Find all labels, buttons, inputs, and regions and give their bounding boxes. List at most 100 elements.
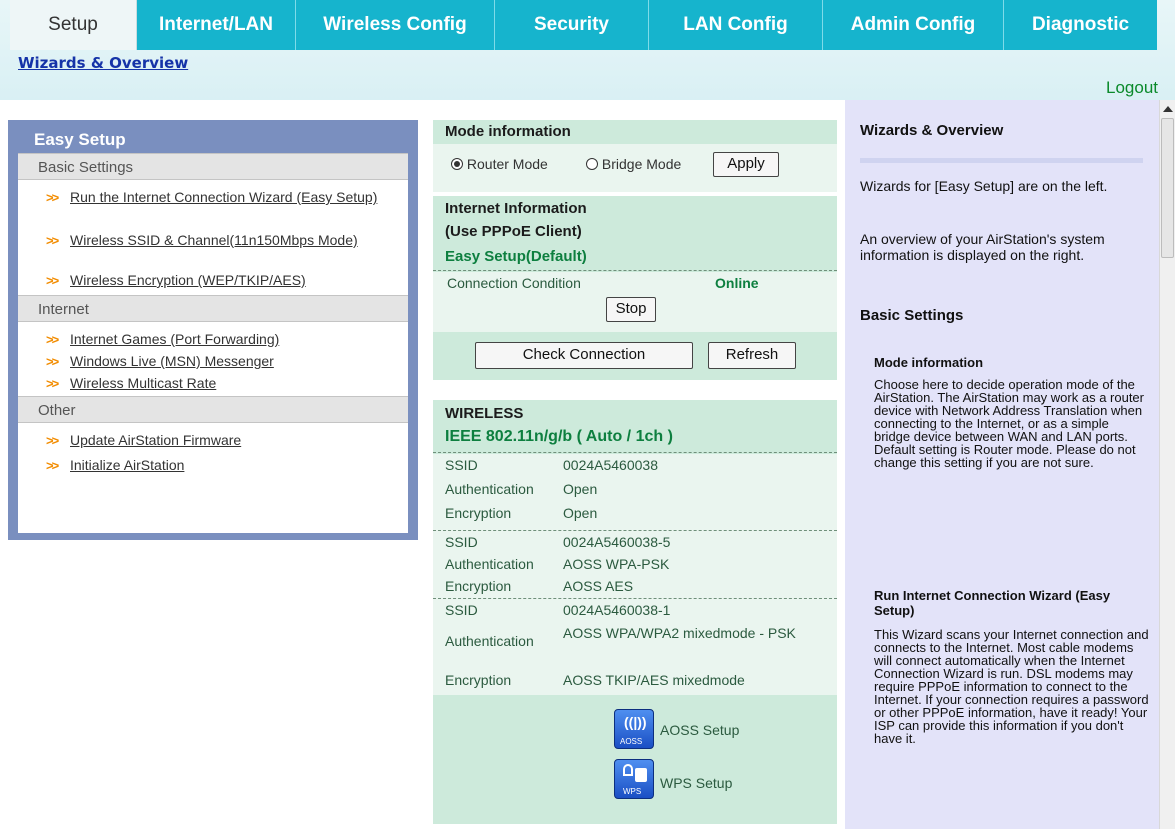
tab-bar: Setup Internet/LAN Wireless Config Secur… (10, 0, 1157, 50)
link-internet-wizard[interactable]: >> Run the Internet Connection Wizard (E… (18, 188, 408, 228)
connection-profile: Easy Setup(Default) (433, 248, 837, 271)
lock-icon (623, 764, 633, 776)
auth-value: AOSS WPA-PSK (563, 556, 670, 572)
wps-setup-link[interactable]: WPS Setup (660, 775, 732, 791)
auth-value: Open (563, 481, 598, 497)
tab-wireless-config[interactable]: Wireless Config (296, 0, 495, 50)
key-icon (635, 768, 647, 782)
bridge-mode-radio[interactable] (586, 158, 598, 170)
help-mode-heading: Mode information (874, 355, 984, 370)
auth-row: Authentication Open (433, 478, 837, 502)
help-title: Wizards & Overview (860, 122, 1004, 139)
logout-link[interactable]: Logout (1106, 78, 1158, 98)
wireless-section: WIRELESS IEEE 802.11n/g/b ( Auto / 1ch )… (433, 400, 837, 824)
enc-value: Open (563, 505, 598, 521)
auth-row: Authentication AOSS WPA-PSK (433, 553, 837, 575)
arrow-bullet-icon: >> (46, 332, 59, 347)
arrow-bullet-icon: >> (46, 233, 59, 248)
ssid-row: SSID 0024A5460038 (433, 454, 837, 478)
enc-value: AOSS TKIP/AES mixedmode (563, 672, 745, 688)
ssid-value: 0024A5460038 (563, 457, 658, 473)
link-internet-games[interactable]: >> Internet Games (Port Forwarding) (18, 330, 408, 352)
section-heading-other: Other (18, 396, 408, 423)
tab-security[interactable]: Security (495, 0, 649, 50)
ssid-row: SSID 0024A5460038-5 (433, 531, 837, 553)
help-basic-heading: Basic Settings (860, 307, 964, 324)
help-intro-2: An overview of your AirStation's system … (860, 231, 1105, 263)
enc-label: Encryption (445, 578, 512, 594)
tab-internet-lan[interactable]: Internet/LAN (137, 0, 296, 50)
ssid-row: SSID 0024A5460038-1 (433, 599, 837, 621)
link-update-firmware[interactable]: >> Update AirStation Firmware (18, 431, 408, 456)
link-label[interactable]: Internet Games (Port Forwarding) (70, 331, 279, 347)
auth-label: Authentication (445, 556, 534, 572)
enc-label: Encryption (445, 672, 512, 688)
link-msn-messenger[interactable]: >> Windows Live (MSN) Messenger (18, 352, 408, 374)
help-mode-text: Choose here to decide operation mode of … (874, 377, 1144, 470)
link-wireless-ssid[interactable]: >> Wireless SSID & Channel(11n150Mbps Mo… (18, 231, 408, 271)
ssid-label: SSID (445, 602, 478, 618)
mode-selector: Router Mode Bridge Mode Apply (433, 144, 837, 182)
internet-info-heading: Internet Information (445, 200, 587, 217)
help-wizard-text: This Wizard scans your Internet connecti… (874, 627, 1149, 746)
auth-row: Authentication AOSS WPA/WPA2 mixedmode - … (433, 621, 837, 669)
arrow-bullet-icon: >> (46, 433, 59, 448)
auth-value: AOSS WPA/WPA2 mixedmode - PSK (563, 625, 796, 641)
ssid-group-3: SSID 0024A5460038-1 Authentication AOSS WP… (433, 599, 837, 695)
info-panel: Mode information Router Mode Bridge Mode… (433, 120, 837, 824)
router-mode-radio[interactable] (451, 158, 463, 170)
scrollbar-thumb[interactable] (1161, 118, 1174, 258)
aoss-setup-link[interactable]: AOSS Setup (660, 722, 739, 738)
ssid-value: 0024A5460038-1 (563, 602, 671, 618)
wps-icon[interactable]: WPS (614, 759, 654, 799)
section-heading-internet: Internet (18, 295, 408, 322)
router-mode-label: Router Mode (466, 156, 548, 172)
apply-button[interactable]: Apply (713, 152, 779, 177)
link-label[interactable]: Run the Internet Connection Wizard (Easy… (70, 189, 377, 205)
ssid-group-2: SSID 0024A5460038-5 Authentication AOSS WP… (433, 531, 837, 599)
aoss-icon[interactable]: ((|)) AOSS (614, 709, 654, 749)
link-label[interactable]: Wireless SSID & Channel(11n150Mbps Mode) (70, 232, 358, 248)
enc-label: Encryption (445, 505, 512, 521)
link-initialize[interactable]: >> Initialize AirStation (18, 456, 408, 478)
ssid-value: 0024A5460038-5 (563, 534, 671, 550)
refresh-button[interactable]: Refresh (708, 342, 796, 369)
subnav-wizards-overview[interactable]: Wizards & Overview (18, 54, 188, 72)
auth-label: Authentication (445, 633, 534, 649)
scroll-up-icon[interactable] (1163, 106, 1173, 112)
link-multicast-rate[interactable]: >> Wireless Multicast Rate (18, 374, 408, 396)
link-label[interactable]: Wireless Encryption (WEP/TKIP/AES) (70, 272, 306, 288)
tab-admin-config[interactable]: Admin Config (823, 0, 1004, 50)
link-label[interactable]: Initialize AirStation (70, 457, 184, 473)
top-navigation: Setup Internet/LAN Wireless Config Secur… (0, 0, 1175, 100)
link-wireless-encryption[interactable]: >> Wireless Encryption (WEP/TKIP/AES) (18, 271, 408, 295)
help-panel: Wizards & Overview Wizards for [Easy Set… (845, 100, 1159, 829)
link-label[interactable]: Wireless Multicast Rate (70, 375, 216, 391)
tab-diagnostic[interactable]: Diagnostic (1004, 0, 1157, 50)
enc-value: AOSS AES (563, 578, 634, 594)
wireless-heading: WIRELESS (445, 405, 524, 422)
arrow-bullet-icon: >> (46, 458, 59, 473)
arrow-bullet-icon: >> (46, 376, 59, 391)
bridge-mode-option[interactable]: Bridge Mode (586, 156, 681, 172)
internet-info-section: Internet Information (Use PPPoE Client) … (433, 196, 837, 380)
wireless-waves-icon: ((|)) (624, 714, 647, 730)
enc-row: Encryption AOSS AES (433, 575, 837, 597)
internet-info-subheading: (Use PPPoE Client) (445, 223, 582, 240)
stop-button[interactable]: Stop (606, 297, 656, 322)
link-label[interactable]: Update AirStation Firmware (70, 432, 241, 448)
section-heading-basic: Basic Settings (18, 153, 408, 180)
help-scrollbar[interactable] (1159, 100, 1175, 829)
help-wizard-heading: Run Internet Connection Wizard (Easy Set… (874, 588, 1111, 618)
wps-icon-label: WPS (623, 787, 642, 796)
router-mode-option[interactable]: Router Mode (451, 156, 548, 172)
easy-setup-title: Easy Setup (34, 130, 126, 149)
ssid-label: SSID (445, 457, 478, 473)
connection-condition-label: Connection Condition (447, 275, 581, 291)
tab-lan-config[interactable]: LAN Config (649, 0, 823, 50)
tab-setup[interactable]: Setup (10, 0, 137, 50)
arrow-bullet-icon: >> (46, 273, 59, 288)
link-label[interactable]: Windows Live (MSN) Messenger (70, 353, 274, 369)
check-connection-button[interactable]: Check Connection (475, 342, 693, 369)
bridge-mode-label: Bridge Mode (601, 156, 682, 172)
